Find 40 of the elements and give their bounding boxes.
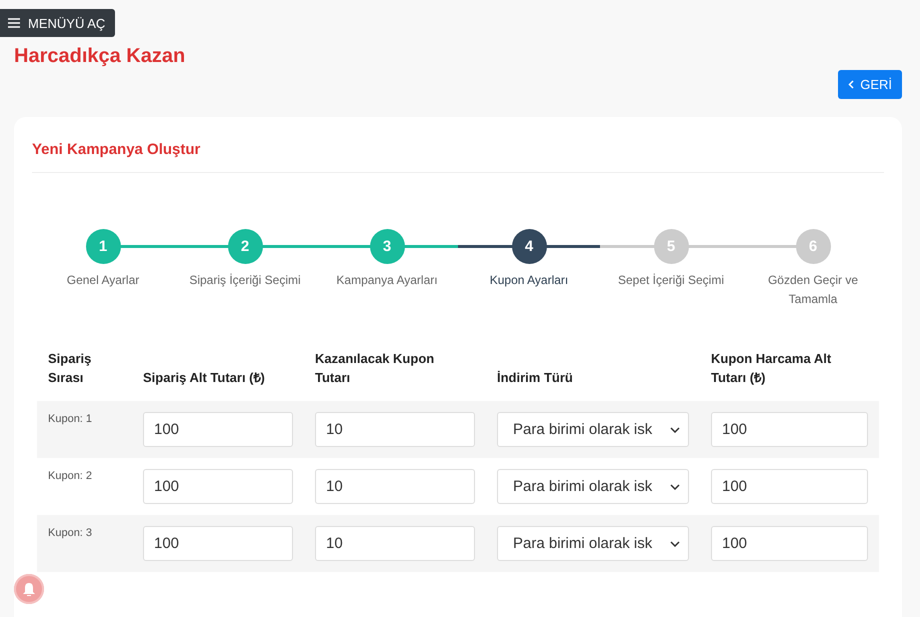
row-label: Kupon: 3 — [48, 526, 94, 539]
step-number: 2 — [228, 229, 262, 264]
back-button[interactable]: GERİ — [838, 70, 902, 99]
discount-type-select[interactable]: Para birimi olarak isk — [497, 412, 689, 447]
step-label: Gözden Geçir ve Tamamla — [766, 272, 860, 308]
min-spend-input[interactable]: 100 — [711, 412, 868, 447]
chevron-left-icon — [848, 80, 854, 89]
row-label: Kupon: 2 — [48, 469, 94, 482]
bell-icon — [22, 582, 36, 596]
column-header: Sipariş Sırası — [48, 350, 92, 387]
step-number: 1 — [86, 229, 120, 264]
step-label: Kampanya Ayarları — [335, 272, 439, 289]
coupon-amount-input[interactable]: 10 — [315, 412, 475, 447]
min-spend-input[interactable]: 100 — [711, 526, 868, 561]
menu-icon — [8, 18, 20, 28]
chevron-down-icon — [670, 540, 680, 546]
column-header: Kazanılacak Kupon Tutarı — [315, 350, 436, 387]
min-order-input[interactable]: 100 — [143, 412, 293, 447]
step-label: Kupon Ayarları — [488, 272, 570, 289]
discount-type-select[interactable]: Para birimi olarak isk — [497, 526, 689, 561]
chevron-down-icon — [670, 426, 680, 432]
row-label: Kupon: 1 — [48, 412, 94, 425]
menu-button[interactable]: MENÜYÜ AÇ — [0, 9, 116, 37]
step-label: Sepet İçeriği Seçimi — [616, 272, 726, 289]
coupon-amount-input[interactable]: 10 — [315, 469, 475, 504]
step-number: 4 — [512, 229, 546, 264]
min-spend-input[interactable]: 100 — [711, 469, 868, 504]
step-label: Genel Ayarlar — [66, 272, 140, 289]
column-header: İndirim Türü — [497, 369, 574, 387]
min-order-input[interactable]: 100 — [143, 469, 293, 504]
column-header: Kupon Harcama Alt Tutarı (₺) — [711, 350, 832, 387]
step-number: 3 — [370, 229, 404, 264]
min-order-input[interactable]: 100 — [143, 526, 293, 561]
chevron-down-icon — [670, 484, 680, 490]
discount-type-select[interactable]: Para birimi olarak isk — [497, 469, 689, 504]
page-title: Harcadıkça Kazan — [14, 45, 186, 68]
card-title: Yeni Kampanya Oluştur — [32, 141, 884, 173]
coupon-amount-input[interactable]: 10 — [315, 526, 475, 561]
step-label: Sipariş İçeriği Seçimi — [188, 272, 302, 289]
column-header: Sipariş Alt Tutarı (₺) — [143, 369, 266, 387]
